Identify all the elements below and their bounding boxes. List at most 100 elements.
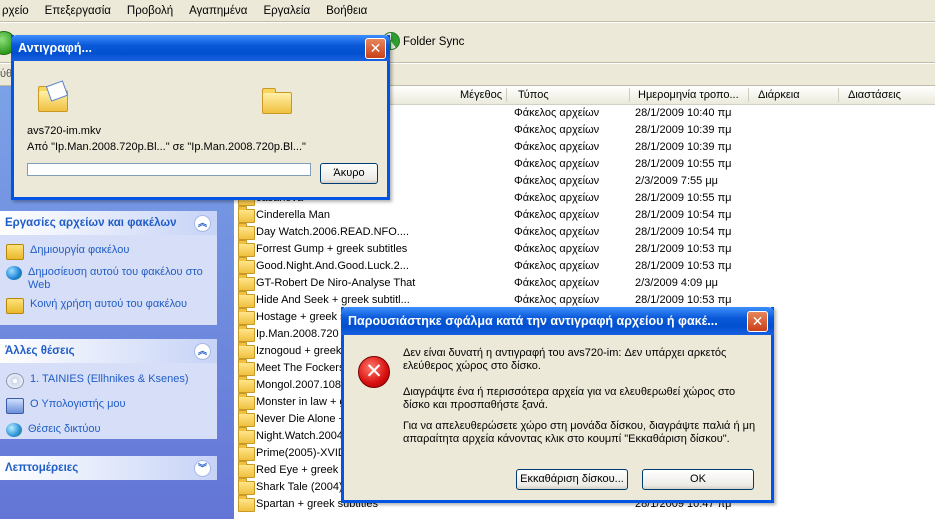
dialog-title: Παρουσιάστηκε σφάλμα κατά την αντιγραφή … [348, 314, 718, 328]
file-tasks-header[interactable]: Εργασίες αρχείων και φακέλων ︽ [0, 211, 217, 235]
file-name: Day Watch.2006.READ.NFO.... [256, 226, 410, 238]
folder-icon [238, 427, 255, 444]
file-date: 28/1/2009 10:53 πμ [635, 294, 732, 306]
file-type: Φάκελος αρχείων [514, 158, 600, 170]
new-folder-icon [6, 244, 24, 260]
menu-favorites[interactable]: Αγαπημένα [189, 5, 247, 17]
copy-error-dialog: Παρουσιάστηκε σφάλμα κατά την αντιγραφή … [341, 307, 774, 503]
folder-icon [238, 376, 255, 393]
column-divider[interactable] [838, 88, 839, 102]
my-computer-icon [6, 398, 24, 414]
task-publish-web[interactable]: Δημοσίευση αυτού του φακέλου στο Web [0, 263, 217, 295]
folder-icon [238, 291, 255, 308]
column-divider[interactable] [748, 88, 749, 102]
copy-file-name: avs720-im.mkv [27, 125, 101, 137]
panel-title: Άλλες θέσεις [5, 345, 75, 357]
task-label: Δημιουργία φακέλου [30, 244, 130, 256]
place-cd-drive[interactable]: 1. TAINIES (Ellhnikes & Ksenes) [0, 370, 217, 392]
file-type: Φάκελος αρχείων [514, 124, 600, 136]
file-date: 2/3/2009 7:55 μμ [635, 175, 719, 187]
menu-edit[interactable]: Επεξεργασία [45, 5, 111, 17]
task-new-folder[interactable]: Δημιουργία φακέλου [0, 241, 217, 263]
place-network[interactable]: Θέσεις δικτύου [0, 420, 217, 440]
disk-cleanup-button[interactable]: Εκκαθάριση δίσκου... [516, 469, 628, 490]
copy-from-to: Από "Ip.Man.2008.720p.Bl..." σε "Ip.Man.… [27, 141, 306, 153]
task-share-folder[interactable]: Κοινή χρήση αυτού του φακέλου [0, 295, 217, 317]
file-type: Φάκελος αρχείων [514, 243, 600, 255]
file-row[interactable]: Cinderella Man Φάκελος αρχείων 28/1/2009 1… [234, 206, 935, 224]
place-my-computer[interactable]: Ο Υπολογιστής μου [0, 395, 217, 417]
file-date: 28/1/2009 10:39 πμ [635, 141, 732, 153]
column-divider[interactable] [506, 88, 507, 102]
file-row[interactable]: GT-Robert De Niro-Analyse That Φάκελος αρ… [234, 274, 935, 292]
column-type[interactable]: Τύπος [518, 89, 549, 101]
place-label: Ο Υπολογιστής μου [30, 398, 126, 410]
file-date: 28/1/2009 10:53 πμ [635, 243, 732, 255]
menu-file[interactable]: ρχείο [2, 5, 29, 17]
menu-view[interactable]: Προβολή [127, 5, 173, 17]
cancel-button[interactable]: Άκυρο [320, 163, 378, 184]
file-date: 28/1/2009 10:54 πμ [635, 226, 732, 238]
close-icon[interactable]: ✕ [365, 38, 386, 59]
network-places-icon [6, 423, 22, 437]
folder-icon [238, 410, 255, 427]
folder-icon [238, 478, 255, 495]
column-size[interactable]: Μέγεθος [460, 89, 502, 101]
folder-icon [238, 359, 255, 376]
error-message-main: Δεν είναι δυνατή η αντιγραφή του avs720-… [403, 347, 727, 372]
folder-icon [238, 206, 255, 223]
details-header[interactable]: Λεπτομέρειες ︾ [0, 456, 217, 480]
file-type: Φάκελος αρχείων [514, 175, 600, 187]
file-date: 28/1/2009 10:55 πμ [635, 158, 732, 170]
file-date: 2/3/2009 4:09 μμ [635, 277, 719, 289]
destination-folder-icon [262, 88, 292, 114]
file-type: Φάκελος αρχείων [514, 209, 600, 221]
copy-progress-dialog: Αντιγραφή... ✕ avs720-im.mkv Από "Ip.Man… [11, 35, 390, 200]
place-label: Θέσεις δικτύου [28, 423, 101, 435]
collapse-up-icon[interactable]: ︽ [194, 343, 211, 360]
file-type: Φάκελος αρχείων [514, 260, 600, 272]
dialog-title: Αντιγραφή... [18, 41, 92, 55]
task-label: Κοινή χρήση αυτού του φακέλου [30, 298, 188, 310]
column-dimensions[interactable]: Διαστάσεις [848, 89, 901, 101]
file-name: Cinderella Man [256, 209, 330, 221]
column-duration[interactable]: Διάρκεια [758, 89, 800, 101]
file-name: GT-Robert De Niro-Analyse That [256, 277, 416, 289]
file-name: Forrest Gump + greek subtitles [256, 243, 408, 255]
expand-down-icon[interactable]: ︾ [194, 460, 211, 477]
file-type: Φάκελος αρχείων [514, 107, 600, 119]
file-row[interactable]: Day Watch.2006.READ.NFO.... Φάκελος αρχεί… [234, 223, 935, 241]
folder-icon [238, 393, 255, 410]
dialog-title-bar[interactable]: Παρουσιάστηκε σφάλμα κατά την αντιγραφή … [341, 307, 774, 335]
folder-icon [238, 495, 255, 512]
error-message-hint: Διαγράψτε ένα ή περισσότερα αρχεία για ν… [403, 386, 736, 411]
close-icon[interactable]: ✕ [747, 311, 768, 332]
copy-progress-bar [27, 163, 311, 176]
folder-icon [238, 257, 255, 274]
file-date: 28/1/2009 10:40 πμ [635, 107, 732, 119]
file-type: Φάκελος αρχείων [514, 192, 600, 204]
menu-tools[interactable]: Εργαλεία [263, 5, 310, 17]
details-panel: Λεπτομέρειες ︾ [0, 456, 217, 480]
column-date-modified[interactable]: Ημερομηνία τροπο... [638, 89, 739, 101]
file-row[interactable]: Forrest Gump + greek subtitles Φάκελος αρ… [234, 240, 935, 258]
other-places-header[interactable]: Άλλες θέσεις ︽ [0, 339, 217, 363]
folder-icon [238, 223, 255, 240]
folder-sync-button[interactable]: Folder Sync [403, 36, 464, 48]
folder-icon [238, 240, 255, 257]
share-folder-icon [6, 298, 24, 314]
file-date: 28/1/2009 10:54 πμ [635, 209, 732, 221]
file-name: Good.Night.And.Good.Luck.2... [256, 260, 409, 272]
collapse-up-icon[interactable]: ︽ [194, 215, 211, 232]
folder-icon [238, 274, 255, 291]
column-divider[interactable] [629, 88, 630, 102]
panel-title: Εργασίες αρχείων και φακέλων [5, 217, 177, 229]
ok-button[interactable]: OK [642, 469, 754, 490]
file-row[interactable]: Good.Night.And.Good.Luck.2... Φάκελος αρχ… [234, 257, 935, 275]
dialog-title-bar[interactable]: Αντιγραφή... ✕ [11, 35, 390, 61]
web-publish-icon [6, 266, 22, 280]
file-type: Φάκελος αρχείων [514, 277, 600, 289]
menu-help[interactable]: Βοήθεια [326, 5, 367, 17]
panel-title: Λεπτομέρειες [5, 462, 79, 474]
file-type: Φάκελος αρχείων [514, 294, 600, 306]
